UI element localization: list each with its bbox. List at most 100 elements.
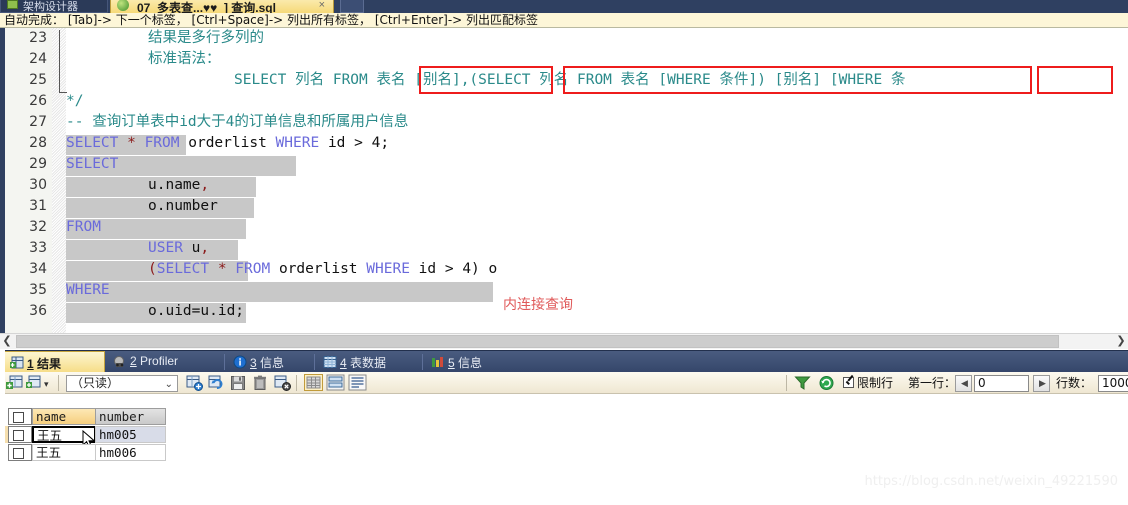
select-all-checkbox[interactable] [13,412,24,423]
grid-green-icon [10,356,24,369]
result-toolbar: ▾ （只读） ⌄ 限制行 第一行： ◀ 0 ▶ 行数： 100 [0,372,1128,394]
result-data-grid[interactable]: name number 王五 hm005 王五 hm006 [0,394,1128,464]
scroll-left-icon[interactable]: ❮ [0,334,14,349]
chevron-down-icon[interactable]: ⌄ [165,377,173,392]
prev-arrow-icon: ◀ [961,378,968,388]
row-select-cell[interactable] [8,444,32,461]
info-blue-icon [233,355,247,369]
autocomplete-hint-bar: 自动完成： [Tab]-> 下一个标签， [Ctrl+Space]-> 列出所有… [0,13,1128,28]
form-view-icon[interactable] [326,374,345,391]
tab-info-5-label: 5 信息 [448,354,482,371]
grid-view-icon[interactable] [304,374,323,391]
code-line-24: 标准语法： [148,51,221,67]
close-icon[interactable]: × [319,0,325,11]
code-line-36: o.uid=u.id; [148,303,245,319]
row-checkbox[interactable] [13,430,24,441]
refresh-record-icon[interactable] [208,375,225,391]
code-editor[interactable]: 23 24 25 26 27 28 29 30 31 32 33 34 35 3… [0,28,1128,333]
row-select-cell[interactable] [8,426,32,443]
new-record-icon[interactable] [186,375,203,391]
tab-table-data-number: 4 [340,356,347,370]
first-row-label: 第一行： [908,376,957,390]
red-highlight-box-2 [563,66,1032,94]
tab-query-sql-label: 07_多表查...♥♥_] 查询.sql [137,1,276,13]
tab-divider [224,354,225,370]
tab-table-data-label: 4 表数据 [340,354,386,371]
scrollbar-thumb[interactable] [16,335,1059,348]
code-line-33: USER u, [148,240,210,256]
first-row-input[interactable]: 0 [974,375,1029,392]
tab-profiler-text: Profiler [140,354,179,368]
line25-seg-0: SELECT [234,72,296,88]
cell-name[interactable]: 王五 [32,444,96,461]
tab-profiler-label: 2 Profiler [130,354,178,368]
tab-divider [314,354,315,370]
code-line-28: SELECT * FROM orderlist WHERE id > 4; [66,135,390,151]
line25-seg-1: 列名 [295,72,333,88]
line-number: 27 [29,114,47,130]
result-tab-bar: 1 结果 2 Profiler 3 信息 4 表数据 5 信息 [0,350,1128,373]
tab-result[interactable]: 1 结果 [4,351,105,373]
chevron-down-icon[interactable]: ▾ [44,377,49,393]
tab-extra[interactable] [340,0,364,13]
code-line-35: WHERE [66,282,110,298]
line-number: 25 [29,72,47,88]
next-arrow-icon: ▶ [1039,378,1046,388]
tab-query-sql[interactable]: 07_多表查...♥♥_] 查询.sql × [110,0,334,13]
prev-page-button[interactable]: ◀ [955,375,972,392]
tab-result-text: 结果 [37,357,62,371]
line-number-gutter: 23 24 25 26 27 28 29 30 31 32 33 34 35 3… [5,28,52,333]
save-icon[interactable] [230,375,247,391]
insert-row-icon[interactable] [6,375,23,391]
line-number: 29 [29,156,47,172]
editor-horizontal-scrollbar[interactable]: ❮ ❯ [0,333,1128,349]
tab-table-data-text: 表数据 [350,356,387,370]
code-line-27: -- 查询订单表中id大于4的订单信息和所属用户信息 [66,114,409,130]
code-line-31: o.number [148,198,218,214]
cell-number[interactable]: hm005 [95,426,166,443]
rowcount-input[interactable]: 1000 [1098,375,1128,392]
limit-rows-checkbox[interactable] [843,377,854,388]
next-page-button[interactable]: ▶ [1033,375,1050,392]
tab-profiler[interactable]: 2 Profiler [108,351,225,373]
toolbar-separator [58,375,59,391]
readonly-mode-value: （只读） [71,376,120,390]
filter-icon[interactable] [794,375,811,391]
toolbar-separator [296,375,297,391]
scroll-right-icon[interactable]: ❯ [1114,334,1128,349]
autocomplete-hint-text: 自动完成： [Tab]-> 下一个标签， [Ctrl+Space]-> 列出所有… [4,13,539,27]
insert-row-dropdown-icon[interactable] [26,375,43,391]
select-all-cell[interactable] [8,408,32,425]
cancel-edit-icon[interactable] [274,375,291,391]
code-line-34: (SELECT * FROM orderlist WHERE id > 4) o [148,261,498,277]
readonly-mode-select[interactable]: （只读） ⌄ [66,375,178,392]
column-header-name[interactable]: name [32,408,96,425]
tab-profiler-number: 2 [130,354,137,368]
column-header-number[interactable]: number [95,408,166,425]
line-number: 35 [29,282,47,298]
fold-margin[interactable] [52,28,67,333]
delete-icon[interactable] [252,375,269,391]
code-text-area[interactable]: 结果是多行多列的 标准语法： SELECT 列名 FROM 表名 [别名],(S… [66,28,1128,333]
tab-info-3-number: 3 [250,356,257,370]
toolbar-separator [786,375,787,391]
line-number: 28 [29,135,47,151]
watermark: https://blog.csdn.net/weixin_49221590 [864,474,1118,489]
tab-result-number: 1 [27,357,34,371]
cell-number[interactable]: hm006 [95,444,166,461]
row-checkbox[interactable] [13,448,24,459]
annotation-inner-join: 内连接查询 [503,297,573,313]
diagram-icon [7,0,18,9]
code-line-30: u.name, [148,177,210,193]
tab-info-5[interactable]: 5 信息 [426,351,506,373]
refresh-icon[interactable] [818,375,835,391]
tab-table-data[interactable]: 4 表数据 [318,351,423,373]
text-view-icon[interactable] [348,374,367,391]
line-number: 30 [29,177,47,193]
code-line-29: SELECT [66,156,119,172]
profiler-icon [114,356,124,367]
line-number: 32 [29,219,47,235]
tab-divider [422,354,423,370]
tab-schema-designer[interactable]: 架构设计器 [0,0,108,13]
tab-info-3[interactable]: 3 信息 [228,351,315,373]
